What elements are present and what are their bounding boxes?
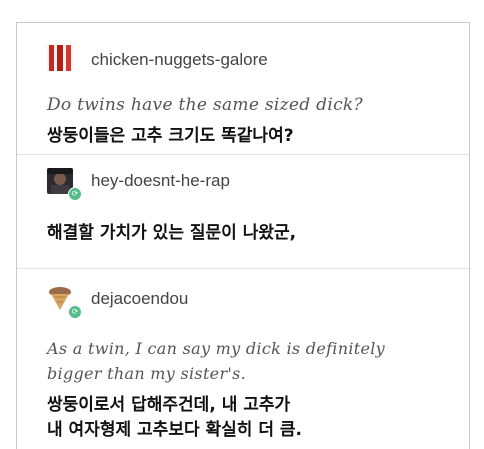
reblog-icon: ⟳ [68,305,82,319]
post-translation-line-2: 내 여자형제 고추보다 확실히 더 큼. [47,420,303,440]
post-username[interactable]: dejacoendou [91,289,188,309]
tumblr-post-thread: chicken-nuggets-galore Do twins have the… [16,22,470,449]
post-translation: 쌍둥이들은 고추 크기도 똑같나여? [47,126,294,146]
post-text-line-2: bigger than my sister's. [47,364,246,383]
red-bars-avatar-icon[interactable] [47,45,73,71]
post-divider [17,154,469,155]
post-text: Do twins have the same sized dick? [47,95,363,115]
post-translation: 해결할 가치가 있는 질문이 나왔군, [47,223,297,243]
post-username[interactable]: chicken-nuggets-galore [91,50,268,70]
post-text-line-1: As a twin, I can say my dick is definite… [47,339,386,358]
post-translation-line-1: 쌍둥이로서 답해주건데, 내 고추가 [47,395,291,415]
post-username[interactable]: hey-doesnt-he-rap [91,171,230,191]
reblog-icon: ⟳ [68,187,82,201]
post-divider [17,268,469,269]
